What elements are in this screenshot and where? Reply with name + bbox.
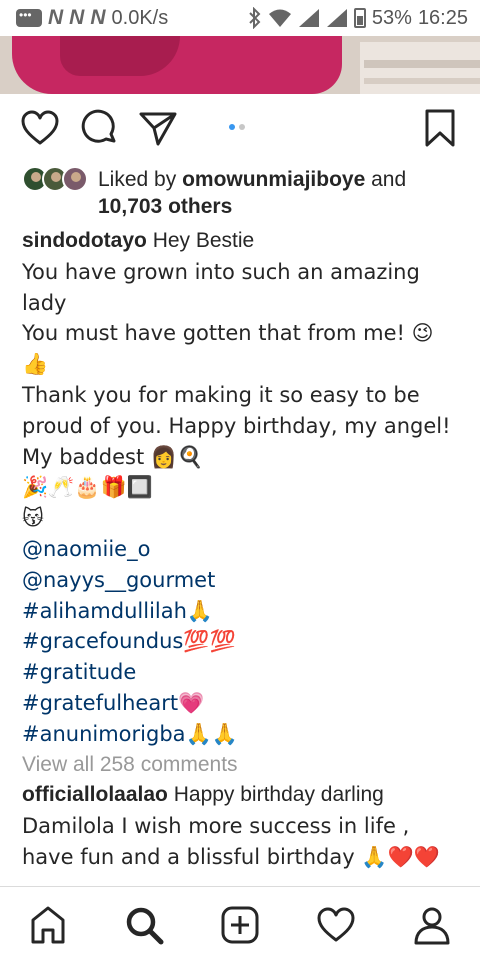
battery-percent: 53%	[371, 6, 412, 29]
caption-text: Hey Bestie	[152, 229, 255, 252]
caption-line: 😽	[22, 506, 44, 531]
caption-line: Thank you for making it so easy to be	[22, 382, 420, 407]
hashtag-link[interactable]: #anunimorigba🙏🙏	[22, 719, 462, 750]
caption-first-line: sindodotayo Hey Bestie	[22, 226, 462, 257]
home-icon	[31, 906, 65, 944]
nav-activity[interactable]	[316, 905, 356, 945]
status-right: 53% 16:25	[248, 7, 468, 30]
comment-icon	[81, 109, 116, 143]
mention-link[interactable]: @naomiie_o	[22, 534, 462, 565]
post-image-books	[360, 42, 480, 94]
comment-button[interactable]	[80, 108, 120, 148]
likes-row[interactable]: Liked by omowunmiajiboye and 10,703 othe…	[22, 166, 462, 220]
search-icon	[126, 907, 164, 945]
network-speed: 0.0K/s	[111, 6, 169, 29]
network-n-icon: N	[48, 6, 64, 29]
nav-search[interactable]	[124, 905, 164, 945]
heart-icon	[317, 907, 355, 942]
hashtag-link[interactable]: #alihamdullilah🙏	[22, 596, 462, 627]
bottom-nav	[0, 886, 480, 960]
caption-line: lady	[22, 290, 67, 315]
carousel-dot-active	[229, 124, 235, 130]
post-image[interactable]	[0, 36, 480, 94]
nav-add-post[interactable]	[220, 905, 260, 945]
liked-by-prefix: Liked by	[98, 168, 177, 191]
likes-count-link[interactable]: 10,703 others	[98, 195, 232, 218]
bluetooth-icon	[249, 7, 261, 29]
status-bar: N N N 0.0K/s 53% 16:25	[0, 0, 480, 36]
carousel-dot	[239, 124, 245, 130]
save-button[interactable]	[420, 108, 460, 148]
bookmark-icon	[425, 109, 455, 147]
add-post-icon	[221, 906, 259, 944]
share-button[interactable]	[138, 108, 178, 148]
like-button[interactable]	[20, 108, 60, 148]
view-all-comments-link[interactable]: View all 258 comments	[22, 750, 462, 781]
caption-line: proud of you. Happy birthday, my angel!	[22, 413, 451, 438]
post-actions	[0, 108, 480, 152]
likes-text: Liked by omowunmiajiboye and 10,703 othe…	[98, 166, 406, 220]
caption: sindodotayo Hey Bestie You have grown in…	[22, 226, 462, 873]
comment-username[interactable]: officiallolaalao	[22, 783, 168, 806]
comment-line: have fun and a blissful birthday 🙏❤️❤️	[22, 844, 440, 869]
carousel-indicator	[229, 124, 245, 130]
nav-home[interactable]	[28, 905, 68, 945]
nav-profile[interactable]	[412, 905, 452, 945]
battery-icon	[353, 8, 366, 28]
mention-link[interactable]: @nayys__gourmet	[22, 565, 462, 596]
hashtag-link[interactable]: #gratitude	[22, 657, 462, 688]
network-n-icon: N	[90, 6, 106, 29]
comment-line: Damilola I wish more success in life ,	[22, 814, 410, 839]
wifi-icon	[268, 9, 291, 27]
message-notification-icon	[16, 8, 42, 27]
hashtag-link[interactable]: #gratefulheart💗	[22, 688, 462, 719]
avatar	[62, 166, 88, 192]
heart-icon	[21, 110, 59, 145]
send-icon	[139, 112, 177, 146]
comment-first-line: officiallolaalao Happy birthday darling	[22, 780, 462, 811]
caption-username[interactable]: sindodotayo	[22, 229, 147, 252]
status-left: N N N 0.0K/s	[16, 6, 168, 30]
network-n-icon: N	[69, 6, 85, 29]
profile-icon	[414, 907, 450, 945]
clock: 16:25	[417, 6, 468, 29]
comment-text: Happy birthday darling	[173, 783, 384, 807]
caption-line: You have grown into such an amazing	[22, 259, 420, 284]
caption-line: 🎉🥂🎂🎁🔲	[22, 475, 153, 500]
liked-by-user-link[interactable]: omowunmiajiboye	[182, 168, 365, 191]
caption-line: 👍	[22, 352, 49, 377]
liker-avatars	[22, 166, 88, 220]
signal-icon	[326, 9, 347, 27]
caption-line: You must have gotten that from me! 😉	[22, 321, 434, 346]
signal-icon	[298, 9, 319, 27]
liked-by-and: and	[371, 168, 407, 191]
caption-line: My baddest 👩🍳	[22, 444, 204, 469]
hashtag-link[interactable]: #gracefoundus💯💯	[22, 626, 462, 657]
